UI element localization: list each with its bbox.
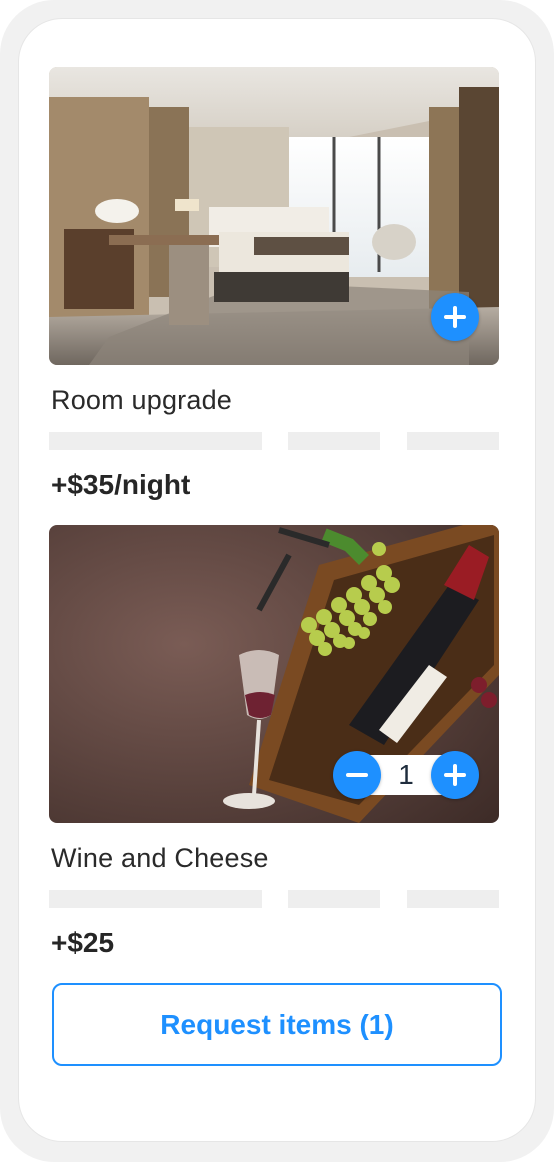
quantity-value: 1 <box>398 759 414 790</box>
decrement-button[interactable] <box>333 751 381 799</box>
skeleton-line <box>407 890 499 908</box>
skeleton-line <box>49 890 262 908</box>
skeleton-line <box>49 432 262 450</box>
item-price: +$35/night <box>51 469 191 500</box>
add-room-upgrade-button[interactable] <box>431 293 479 341</box>
item-price: +$25 <box>51 927 115 958</box>
item-title: Wine and Cheese <box>51 843 269 873</box>
wine-photo: 1 <box>49 525 499 823</box>
plus-icon <box>444 306 466 328</box>
room-photo <box>49 67 499 365</box>
skeleton-line <box>407 432 499 450</box>
increment-button[interactable] <box>431 751 479 799</box>
quantity-stepper: 1 <box>333 751 479 799</box>
item-card-wine-and-cheese: 1 Wine and Cheese +$25 <box>49 525 499 958</box>
skeleton-line <box>288 432 380 450</box>
item-card-room-upgrade: Room upgrade +$35/night <box>49 67 499 500</box>
skeleton-line <box>288 890 380 908</box>
plus-icon <box>444 764 466 786</box>
minus-icon <box>346 773 368 777</box>
request-items-button[interactable]: Request items (1) <box>52 983 502 1066</box>
item-title: Room upgrade <box>51 385 233 415</box>
